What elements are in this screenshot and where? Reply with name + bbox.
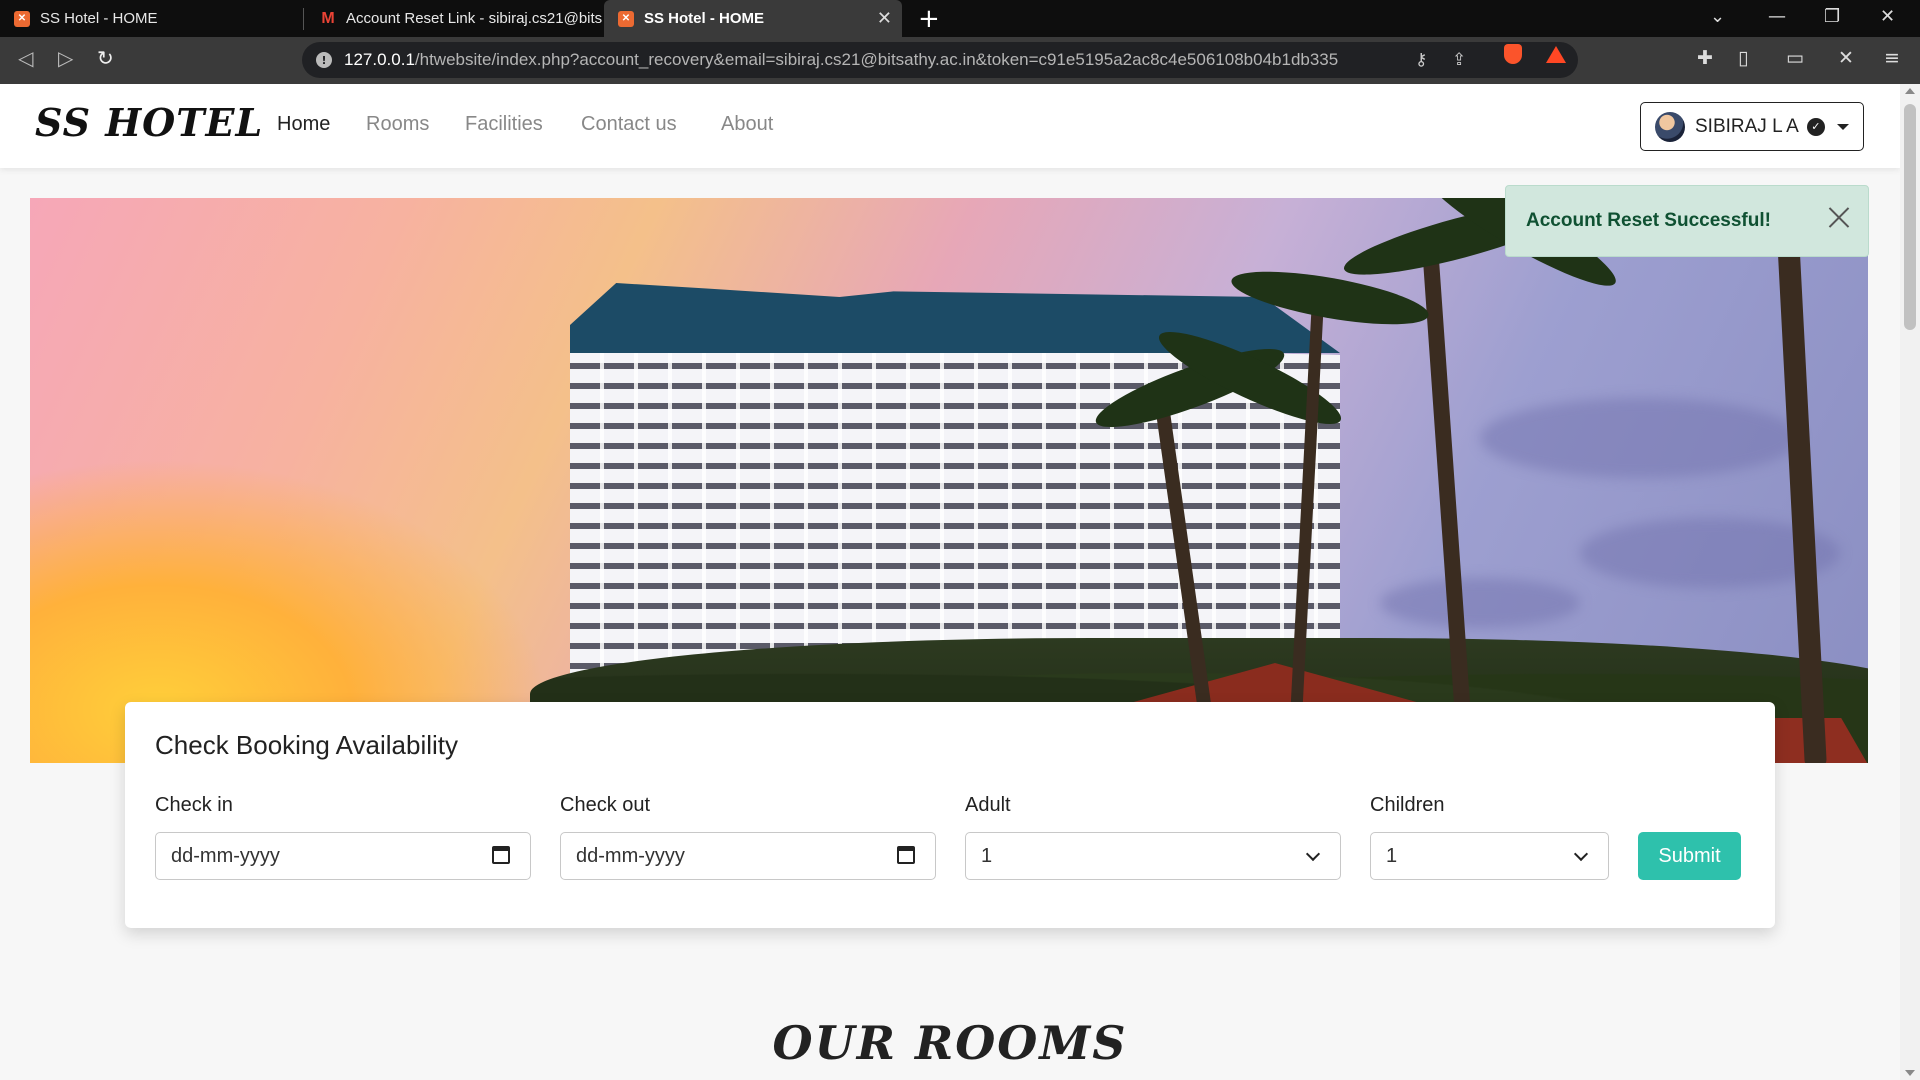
- scroll-down-icon[interactable]: [1905, 1070, 1915, 1076]
- booking-title: Check Booking Availability: [155, 730, 459, 760]
- nav-home[interactable]: Home: [277, 113, 330, 136]
- extensions-icon[interactable]: ✚: [1697, 47, 1713, 69]
- close-icon[interactable]: [1828, 206, 1850, 228]
- chevron-down-icon: [1836, 123, 1849, 130]
- xampp-icon: ✕: [618, 10, 634, 27]
- alert-message: Account Reset Successful!: [1526, 210, 1771, 231]
- tab-title: SS Hotel - HOME: [644, 10, 765, 27]
- hero-image: [30, 198, 1868, 763]
- site-info-icon[interactable]: !: [316, 52, 332, 68]
- chevron-down-icon: [1305, 846, 1321, 862]
- page-viewport: SS HOTEL Home Rooms Facilities Contact u…: [0, 84, 1900, 1080]
- our-rooms-heading: OUR ROOMS: [772, 1016, 1128, 1070]
- tab-title: SS Hotel - HOME: [40, 10, 158, 27]
- sidebar-icon[interactable]: ▯: [1738, 47, 1748, 69]
- nav-contact-us[interactable]: Contact us: [581, 113, 677, 136]
- nav-rooms[interactable]: Rooms: [366, 113, 429, 136]
- address-bar[interactable]: ! 127.0.0.1/htwebsite/index.php?account_…: [302, 42, 1578, 78]
- avatar: [1655, 111, 1685, 142]
- children-label: Children: [1370, 794, 1445, 816]
- new-tab-icon[interactable]: +: [918, 4, 940, 34]
- browser-toolbar: ◁ ▷ ↻ ! 127.0.0.1/htwebsite/index.php?ac…: [0, 37, 1920, 84]
- restore-icon[interactable]: ❐: [1824, 6, 1840, 27]
- checkout-date-input[interactable]: dd-mm-yyyy: [560, 832, 936, 880]
- tab-search-icon[interactable]: ⌄: [1710, 6, 1725, 27]
- checkin-label: Check in: [155, 794, 233, 816]
- tab-separator: [303, 8, 304, 30]
- xampp-icon: ✕: [14, 10, 30, 27]
- brave-shields-icon[interactable]: [1504, 44, 1522, 64]
- checkin-placeholder: dd-mm-yyyy: [171, 844, 280, 867]
- adult-label: Adult: [965, 794, 1011, 816]
- share-icon[interactable]: ⇪: [1452, 50, 1466, 70]
- tab-title: Account Reset Link - sibiraj.cs21@bits: [346, 10, 602, 27]
- key-icon[interactable]: ⚷: [1415, 50, 1427, 70]
- checkout-label: Check out: [560, 794, 651, 816]
- nav-about[interactable]: About: [721, 113, 773, 136]
- children-select[interactable]: 1: [1370, 832, 1609, 880]
- forward-icon[interactable]: ▷: [58, 46, 73, 70]
- close-tab-icon[interactable]: ✕: [877, 8, 892, 29]
- user-name: SIBIRAJ L A: [1695, 115, 1799, 137]
- browser-tabstrip: ✕ SS Hotel - HOME M Account Reset Link -…: [0, 0, 1920, 37]
- tab-gmail[interactable]: M Account Reset Link - sibiraj.cs21@bits: [306, 0, 602, 37]
- wallet-icon[interactable]: ▭: [1786, 47, 1804, 69]
- brand-logo[interactable]: SS HOTEL: [35, 100, 263, 145]
- reload-icon[interactable]: ↻: [97, 46, 114, 70]
- tab-ss-hotel-active[interactable]: ✕ SS Hotel - HOME ✕: [604, 0, 902, 37]
- minimize-icon[interactable]: —: [1768, 6, 1786, 27]
- tab-ss-hotel-1[interactable]: ✕ SS Hotel - HOME: [0, 0, 300, 37]
- nav-facilities[interactable]: Facilities: [465, 113, 543, 136]
- scroll-up-icon[interactable]: [1905, 88, 1915, 94]
- back-icon[interactable]: ◁: [18, 46, 33, 70]
- adult-value: 1: [981, 844, 993, 867]
- scrollbar-thumb[interactable]: [1904, 104, 1916, 330]
- checkin-date-input[interactable]: dd-mm-yyyy: [155, 832, 531, 880]
- verified-icon: ✓: [1806, 117, 1825, 136]
- menu-icon[interactable]: ≡: [1884, 47, 1900, 69]
- calendar-icon[interactable]: [897, 846, 915, 864]
- url-text: 127.0.0.1/htwebsite/index.php?account_re…: [344, 50, 1339, 69]
- chevron-down-icon: [1573, 846, 1589, 862]
- site-navbar: SS HOTEL Home Rooms Facilities Contact u…: [0, 84, 1900, 168]
- submit-button[interactable]: Submit: [1638, 832, 1741, 880]
- brave-rewards-icon[interactable]: [1546, 46, 1566, 63]
- success-alert: Account Reset Successful!: [1505, 185, 1869, 257]
- page-scrollbar[interactable]: [1900, 84, 1920, 1080]
- booking-form: Check Booking Availability Check in dd-m…: [125, 702, 1775, 928]
- gmail-icon: M: [321, 9, 335, 27]
- calendar-icon[interactable]: [492, 846, 510, 864]
- close-window-icon[interactable]: ✕: [1880, 6, 1895, 27]
- children-value: 1: [1386, 844, 1398, 867]
- user-menu-button[interactable]: SIBIRAJ L A ✓: [1640, 102, 1864, 151]
- adult-select[interactable]: 1: [965, 832, 1341, 880]
- checkout-placeholder: dd-mm-yyyy: [576, 844, 685, 867]
- extension-x-icon[interactable]: ✕: [1838, 47, 1854, 69]
